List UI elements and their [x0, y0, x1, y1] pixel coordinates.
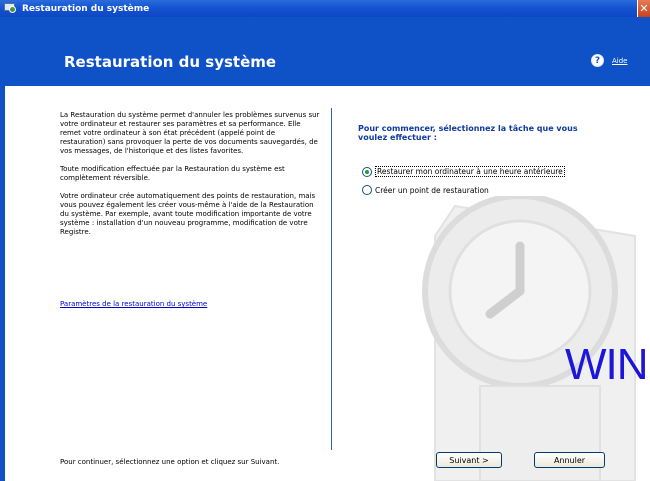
footer-instruction: Pour continuer, sélectionnez une option … — [60, 458, 280, 466]
cancel-button[interactable]: Annuler — [534, 452, 605, 468]
page-title: Restauration du système — [64, 53, 277, 71]
settings-link[interactable]: Paramètres de la restauration du système — [60, 300, 207, 308]
description-paragraph: Votre ordinateur crée automatiquement de… — [60, 192, 316, 236]
window-titlebar[interactable]: Restauration du système ✕ — [0, 0, 650, 17]
option-restore-label[interactable]: Restaurer mon ordinateur à une heure ant… — [375, 166, 565, 177]
option-create-point[interactable]: Créer un point de restauration — [362, 185, 489, 195]
task-prompt: Pour commencer, sélectionnez la tâche qu… — [358, 124, 578, 142]
close-icon: ✕ — [639, 2, 649, 15]
system-restore-watermark-graphic — [395, 193, 650, 481]
help-icon[interactable]: ? — [591, 54, 604, 67]
window-title: Restauration du système — [22, 3, 150, 14]
header-band: Restauration du système ? Aide — [0, 17, 650, 86]
help-link[interactable]: Aide — [612, 57, 627, 65]
system-restore-icon — [4, 3, 17, 14]
option-create-point-label[interactable]: Créer un point de restauration — [375, 186, 489, 195]
left-edge-strip — [0, 86, 5, 481]
close-button[interactable]: ✕ — [637, 0, 650, 17]
option-restore[interactable]: Restaurer mon ordinateur à une heure ant… — [362, 166, 565, 177]
description-paragraph: Toute modification effectuée par la Rest… — [60, 165, 285, 182]
column-divider — [331, 108, 332, 450]
description-text: La Restauration du système permet d'annu… — [60, 111, 320, 246]
radio-restore[interactable] — [362, 166, 372, 177]
description-paragraph: La Restauration du système permet d'annu… — [60, 111, 320, 155]
radio-selected-dot — [365, 169, 369, 174]
radio-create-point[interactable] — [362, 185, 372, 195]
next-button[interactable]: Suivant > — [436, 452, 502, 468]
watermark-text: WIND — [565, 340, 650, 389]
